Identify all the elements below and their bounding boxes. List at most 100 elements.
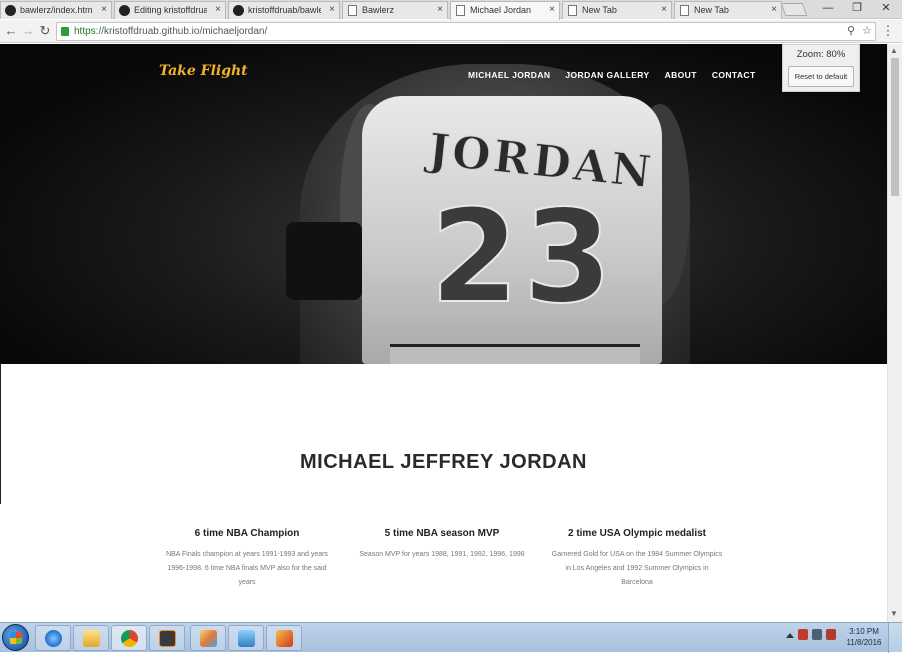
tab-label: Bawlerz	[362, 5, 395, 15]
new-tab-button[interactable]	[780, 3, 808, 16]
close-tab-icon[interactable]: ×	[661, 2, 667, 18]
close-window-button[interactable]: ✕	[872, 0, 900, 18]
document-icon	[680, 5, 689, 16]
close-tab-icon[interactable]: ×	[329, 2, 335, 18]
file-explorer-icon	[83, 630, 100, 647]
feature-heading: 6 time NBA Champion	[194, 528, 300, 539]
system-tray	[786, 629, 836, 640]
media-icon	[276, 630, 293, 647]
tab-label: Editing kristoffdruab	[134, 5, 207, 15]
windows-logo-icon	[10, 632, 22, 644]
maximize-button[interactable]: ❐	[843, 0, 871, 18]
document-icon	[348, 5, 357, 16]
internet-explorer-icon	[45, 630, 62, 647]
content-edge-line	[0, 364, 1, 504]
jersey-number: 23	[429, 183, 617, 332]
close-tab-icon[interactable]: ×	[437, 2, 443, 18]
github-icon	[5, 5, 16, 16]
tray-expand-icon[interactable]	[786, 632, 794, 638]
taskbar-app-button[interactable]	[266, 625, 302, 651]
feature-heading: 2 time USA Olympic medalist	[567, 528, 706, 539]
clock-time: 3:10 PM	[849, 627, 879, 636]
nav-about[interactable]: ABOUT	[665, 70, 697, 80]
armband-image	[286, 222, 362, 300]
close-tab-icon[interactable]: ×	[771, 2, 777, 18]
forward-button[interactable]: →	[20, 23, 36, 39]
feature-column: 5 time NBA season MVP Season MVP for yea…	[356, 528, 528, 562]
browser-tab[interactable]: New Tab ×	[674, 1, 782, 19]
scroll-down-arrow-icon[interactable]: ▼	[890, 609, 898, 618]
taskbar-app-button[interactable]	[73, 625, 109, 651]
browser-toolbar: ← → ↻ https://kristoffdruab.github.io/mi…	[0, 20, 902, 43]
page-title: MICHAEL JEFFREY JORDAN	[300, 451, 587, 473]
close-tab-icon[interactable]: ×	[101, 2, 107, 18]
reset-zoom-button[interactable]: Reset to default	[788, 66, 854, 87]
tab-label: Michael Jordan	[470, 5, 532, 15]
feature-text: Season MVP for years 1988, 1991, 1992, 1…	[359, 551, 525, 558]
close-tab-icon[interactable]: ×	[215, 2, 221, 18]
feature-text: Garnered Gold for USA on the 1984 Summer…	[551, 551, 723, 586]
taskbar-app-button[interactable]	[35, 625, 71, 651]
feature-heading: 5 time NBA season MVP	[384, 528, 500, 539]
document-icon	[568, 5, 577, 16]
address-bar[interactable]: https://kristoffdruab.github.io/michaelj…	[56, 22, 876, 41]
browser-tab[interactable]: New Tab ×	[562, 1, 672, 19]
site-brand-logo[interactable]: Take Flight	[159, 63, 248, 79]
scroll-up-arrow-icon[interactable]: ▲	[890, 46, 898, 55]
github-icon	[119, 5, 130, 16]
scrollbar-thumb[interactable]	[891, 58, 899, 196]
reload-button[interactable]: ↻	[37, 23, 53, 39]
network-icon[interactable]	[812, 629, 822, 640]
back-button[interactable]: ←	[3, 23, 19, 39]
tab-label: kristoffdruab/bawlerz	[248, 5, 321, 15]
feature-text: NBA Finals champion at years 1991-1993 a…	[166, 551, 328, 586]
nav-jordan-gallery[interactable]: JORDAN GALLERY	[565, 70, 649, 80]
feature-column: 2 time USA Olympic medalist Garnered Gol…	[551, 528, 723, 590]
taskbar-app-button[interactable]	[228, 625, 264, 651]
chrome-menu-icon[interactable]: ⋮	[880, 23, 896, 39]
shorts-image	[390, 344, 640, 364]
volume-icon[interactable]	[826, 629, 836, 640]
show-desktop-button[interactable]	[888, 623, 902, 653]
tab-label: New Tab	[694, 5, 729, 15]
minimize-button[interactable]: —	[814, 0, 842, 18]
chrome-icon	[121, 630, 138, 647]
zoom-icon[interactable]: ⚲	[847, 24, 855, 37]
github-icon	[233, 5, 244, 16]
nav-contact[interactable]: CONTACT	[712, 70, 756, 80]
bookmark-star-icon[interactable]: ☆	[862, 24, 872, 37]
url-text: https://kristoffdruab.github.io/michaelj…	[74, 23, 267, 40]
url-host: kristoffdruab.github.io	[104, 26, 200, 37]
nav-michael-jordan[interactable]: MICHAEL JORDAN	[468, 70, 550, 80]
browser-tab[interactable]: Bawlerz ×	[342, 1, 448, 19]
lock-icon	[61, 27, 69, 36]
url-path: /michaeljordan/	[199, 26, 268, 37]
paint-icon	[200, 630, 217, 647]
tab-label: New Tab	[582, 5, 617, 15]
browser-tab-active[interactable]: Michael Jordan ×	[450, 1, 560, 20]
action-center-flag-icon[interactable]	[798, 629, 808, 640]
photos-icon	[238, 630, 255, 647]
start-button[interactable]	[2, 624, 29, 651]
site-nav: MICHAEL JORDAN JORDAN GALLERY ABOUT CONT…	[468, 70, 756, 80]
clock-date: 11/8/2016	[846, 638, 882, 647]
hero-banner: JORDAN 23 Take Flight MICHAEL JORDAN JOR…	[0, 44, 887, 364]
zoom-popup: Zoom: 80% Reset to default	[782, 44, 860, 92]
taskbar-app-button-active[interactable]	[111, 625, 147, 651]
page-scrollbar[interactable]: ▲ ▼	[887, 44, 902, 622]
tab-strip: bawlerz/index.html at × Editing kristoff…	[0, 0, 902, 20]
taskbar-clock[interactable]: 3:10 PM 11/8/2016	[844, 626, 884, 648]
browser-tab[interactable]: kristoffdruab/bawlerz ×	[228, 1, 340, 19]
document-icon	[456, 5, 465, 16]
browser-tab[interactable]: Editing kristoffdruab ×	[114, 1, 226, 19]
close-tab-icon[interactable]: ×	[549, 2, 555, 18]
page-viewport: JORDAN 23 Take Flight MICHAEL JORDAN JOR…	[0, 44, 887, 622]
sublime-icon	[159, 630, 176, 647]
url-scheme: https://	[74, 26, 105, 37]
taskbar-app-button[interactable]	[190, 625, 226, 651]
taskbar-app-button[interactable]	[149, 625, 185, 651]
browser-tab[interactable]: bawlerz/index.html at ×	[0, 1, 112, 19]
windows-taskbar: 3:10 PM 11/8/2016	[0, 622, 902, 653]
zoom-level-text: Zoom: 80%	[796, 49, 846, 60]
feature-column: 6 time NBA Champion NBA Finals champion …	[161, 528, 333, 590]
